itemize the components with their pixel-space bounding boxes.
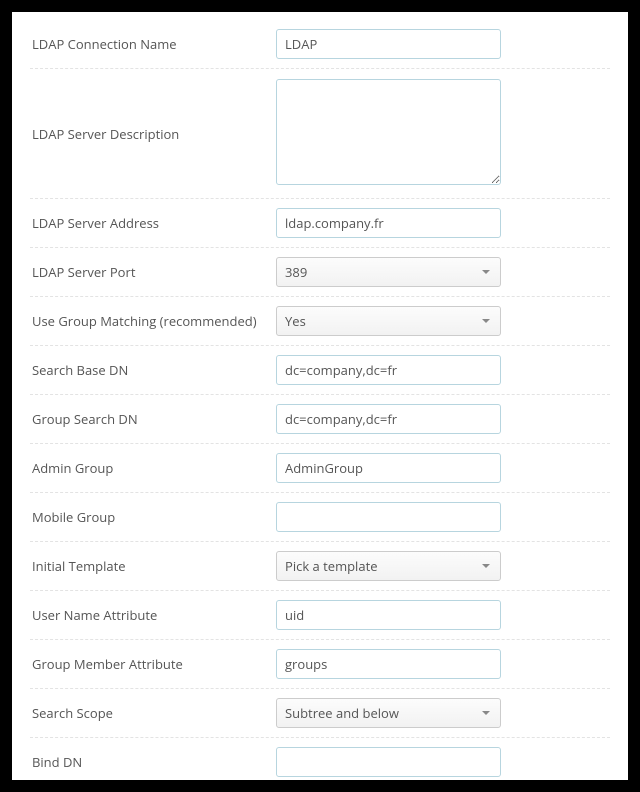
- select-server-port-value: 389: [285, 263, 307, 281]
- chevron-down-icon: [482, 319, 490, 323]
- label-server-port: LDAP Server Port: [30, 263, 276, 281]
- label-search-base-dn: Search Base DN: [30, 361, 276, 379]
- row-search-base-dn: Search Base DN: [30, 346, 610, 395]
- row-mobile-group: Mobile Group: [30, 493, 610, 542]
- row-user-name-attribute: User Name Attribute: [30, 591, 610, 640]
- input-search-base-dn[interactable]: [276, 355, 501, 385]
- select-use-group-matching[interactable]: Yes: [276, 306, 501, 336]
- label-group-search-dn: Group Search DN: [30, 410, 276, 428]
- label-server-address: LDAP Server Address: [30, 214, 276, 232]
- row-server-port: LDAP Server Port 389: [30, 248, 610, 297]
- chevron-down-icon: [482, 711, 490, 715]
- row-server-address: LDAP Server Address: [30, 199, 610, 248]
- row-server-description: LDAP Server Description: [30, 69, 610, 199]
- select-initial-template[interactable]: Pick a template: [276, 551, 501, 581]
- select-initial-template-value: Pick a template: [285, 557, 378, 575]
- chevron-down-icon: [482, 270, 490, 274]
- ldap-settings-form: LDAP Connection Name LDAP Server Descrip…: [12, 12, 628, 780]
- input-bind-dn[interactable]: [276, 747, 501, 777]
- label-bind-dn: Bind DN: [30, 753, 276, 771]
- select-server-port[interactable]: 389: [276, 257, 501, 287]
- textarea-server-description[interactable]: [276, 79, 501, 185]
- input-group-member-attribute[interactable]: [276, 649, 501, 679]
- row-connection-name: LDAP Connection Name: [30, 20, 610, 69]
- label-use-group-matching: Use Group Matching (recommended): [30, 312, 276, 330]
- row-initial-template: Initial Template Pick a template: [30, 542, 610, 591]
- input-server-address[interactable]: [276, 208, 501, 238]
- input-user-name-attribute[interactable]: [276, 600, 501, 630]
- label-server-description: LDAP Server Description: [30, 125, 276, 143]
- chevron-down-icon: [482, 564, 490, 568]
- label-group-member-attribute: Group Member Attribute: [30, 655, 276, 673]
- label-mobile-group: Mobile Group: [30, 508, 276, 526]
- row-admin-group: Admin Group: [30, 444, 610, 493]
- row-search-scope: Search Scope Subtree and below: [30, 689, 610, 738]
- row-group-search-dn: Group Search DN: [30, 395, 610, 444]
- label-search-scope: Search Scope: [30, 704, 276, 722]
- label-admin-group: Admin Group: [30, 459, 276, 477]
- select-search-scope[interactable]: Subtree and below: [276, 698, 501, 728]
- row-use-group-matching: Use Group Matching (recommended) Yes: [30, 297, 610, 346]
- input-mobile-group[interactable]: [276, 502, 501, 532]
- row-bind-dn: Bind DN: [30, 738, 610, 780]
- input-connection-name[interactable]: [276, 29, 501, 59]
- select-use-group-matching-value: Yes: [285, 312, 306, 330]
- row-group-member-attribute: Group Member Attribute: [30, 640, 610, 689]
- select-search-scope-value: Subtree and below: [285, 704, 399, 722]
- input-group-search-dn[interactable]: [276, 404, 501, 434]
- input-admin-group[interactable]: [276, 453, 501, 483]
- label-connection-name: LDAP Connection Name: [30, 35, 276, 53]
- label-initial-template: Initial Template: [30, 557, 276, 575]
- label-user-name-attribute: User Name Attribute: [30, 606, 276, 624]
